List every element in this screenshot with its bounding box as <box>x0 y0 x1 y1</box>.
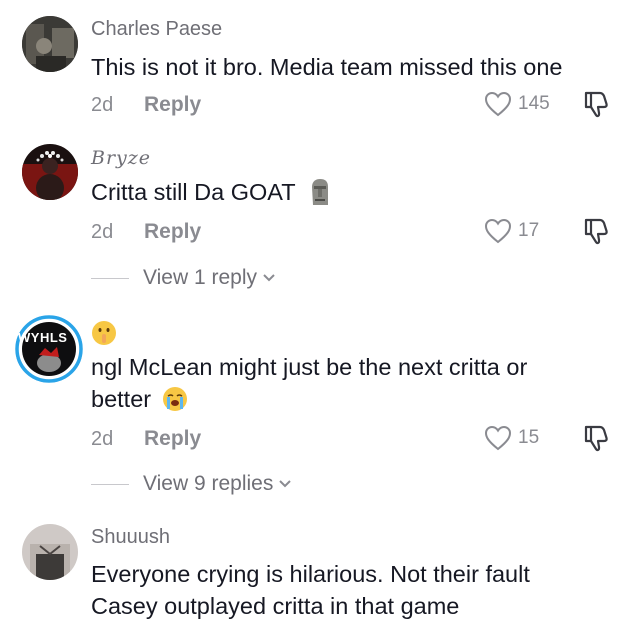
like-count: 17 <box>518 220 540 241</box>
reply-button[interactable]: Reply <box>144 220 201 244</box>
comment-text: ngl McLean might just be the next critta… <box>91 351 621 415</box>
comment-time: 2d <box>91 428 114 450</box>
heart-outline-icon <box>484 91 512 117</box>
divider <box>91 483 129 485</box>
view-replies-label: View 1 reply <box>143 266 258 289</box>
heart-outline-icon <box>484 425 512 451</box>
chevron-down-icon <box>263 274 275 282</box>
comment-text: Critta still Da GOAT <box>91 176 621 208</box>
comment-username[interactable]: Shuuush <box>91 526 170 549</box>
reply-button[interactable]: Reply <box>144 93 201 117</box>
moai-emoji-icon <box>311 178 328 205</box>
reply-button[interactable]: Reply <box>144 427 201 451</box>
avatar[interactable] <box>22 524 78 580</box>
comment-text-line: ngl McLean might just be the next critta… <box>91 354 528 380</box>
avatar-text: WYHLS <box>18 330 68 345</box>
view-replies-button[interactable]: View 1 reply <box>91 264 276 292</box>
like-button[interactable]: 17 <box>484 217 539 245</box>
avatar[interactable] <box>22 16 78 72</box>
avatar[interactable] <box>22 144 78 200</box>
avatar[interactable]: WYHLS <box>15 315 83 383</box>
comment-text: Everyone crying is hilarious. Not their … <box>91 558 621 622</box>
like-count: 15 <box>518 427 540 448</box>
comment-time: 2d <box>91 221 114 243</box>
thumbs-down-outline-icon[interactable] <box>580 423 610 453</box>
comment-text-line: Everyone crying is hilarious. Not their … <box>91 561 530 587</box>
comment-text-line: Casey outplayed critta in that game <box>91 593 460 619</box>
thumbs-down-outline-icon[interactable] <box>580 89 610 119</box>
comment-time: 2d <box>91 94 114 116</box>
chevron-down-icon <box>279 480 292 488</box>
heart-outline-icon <box>484 218 512 244</box>
loudly-crying-face-emoji-icon <box>162 386 187 411</box>
like-count: 145 <box>518 93 550 114</box>
comment-text-content: Critta still Da GOAT <box>91 179 296 205</box>
thumbs-down-outline-icon[interactable] <box>580 216 610 246</box>
comment-text: This is not it bro. Media team missed th… <box>91 54 563 80</box>
view-replies-label: View 9 replies <box>143 472 274 495</box>
divider <box>91 277 129 279</box>
like-button[interactable]: 15 <box>484 424 539 452</box>
view-replies-button[interactable]: View 9 replies <box>91 470 292 498</box>
like-button[interactable]: 145 <box>484 90 550 118</box>
comment-username[interactable]: Charles Paese <box>91 18 222 41</box>
comment-username[interactable]: Bryze <box>91 147 151 169</box>
comment-text-content: better <box>91 386 152 412</box>
comment-text-line: better <box>91 383 621 415</box>
shushing-face-emoji-icon <box>92 321 116 345</box>
